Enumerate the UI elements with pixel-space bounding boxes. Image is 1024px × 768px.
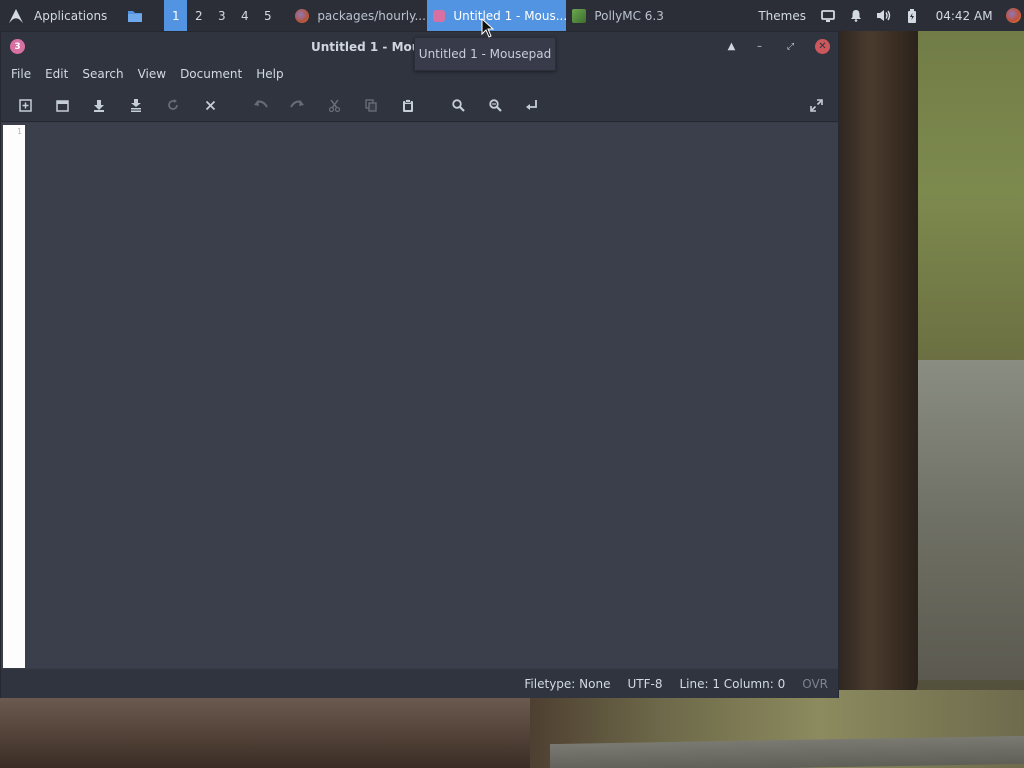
task-tooltip: Untitled 1 - Mousepad xyxy=(414,37,556,71)
menu-file[interactable]: File xyxy=(4,61,38,87)
mousepad-app-icon[interactable]: 3 xyxy=(10,39,25,54)
applications-menu[interactable]: Applications xyxy=(0,0,121,31)
minimize-button[interactable]: – xyxy=(752,39,767,54)
wallpaper-stump xyxy=(0,698,530,768)
go-to-line-icon[interactable] xyxy=(520,93,544,117)
themes-button[interactable]: Themes xyxy=(750,0,814,31)
workspace-4[interactable]: 4 xyxy=(233,0,256,31)
firefox-icon xyxy=(295,8,310,23)
toolbar xyxy=(1,87,838,122)
task-firefox[interactable]: packages/hourly.... xyxy=(289,0,427,31)
battery-icon[interactable] xyxy=(898,0,926,31)
window-title: Untitled 1 - Mous xyxy=(311,39,428,54)
save-as-icon[interactable] xyxy=(124,93,148,117)
filetype-status[interactable]: Filetype: None xyxy=(524,677,610,691)
editor-area: 1 xyxy=(1,123,838,668)
workspace-switcher: 1 2 3 4 5 xyxy=(164,0,279,31)
redo-icon[interactable] xyxy=(285,93,309,117)
menu-search[interactable]: Search xyxy=(75,61,130,87)
find-replace-icon[interactable] xyxy=(483,93,507,117)
undo-icon[interactable] xyxy=(248,93,272,117)
workspace-1[interactable]: 1 xyxy=(164,0,188,31)
mousepad-window: 3 Untitled 1 - Mous ▲ – ⤢ ✕ File Edit Se… xyxy=(0,31,839,698)
close-document-icon[interactable] xyxy=(198,93,222,117)
shade-button[interactable]: ▲ xyxy=(724,39,739,54)
task-pollymc[interactable]: PollyMC 6.3 xyxy=(566,0,706,31)
task-label: Untitled 1 - Mous... xyxy=(453,8,567,23)
line-number-gutter: 1 xyxy=(3,125,25,668)
mousepad-icon xyxy=(433,9,446,22)
overwrite-mode-status[interactable]: OVR xyxy=(802,677,828,691)
task-list: packages/hourly.... Untitled 1 - Mous...… xyxy=(289,0,706,31)
notification-bell-icon[interactable] xyxy=(842,0,870,31)
reload-icon[interactable] xyxy=(161,93,185,117)
fullscreen-icon[interactable] xyxy=(804,93,828,117)
find-icon[interactable] xyxy=(446,93,470,117)
menu-edit[interactable]: Edit xyxy=(38,61,75,87)
menu-document[interactable]: Document xyxy=(173,61,249,87)
task-mousepad[interactable]: Untitled 1 - Mous... xyxy=(427,0,567,31)
applications-label: Applications xyxy=(34,8,108,23)
task-label: PollyMC 6.3 xyxy=(594,8,664,23)
line-number: 1 xyxy=(17,127,22,136)
open-file-icon[interactable] xyxy=(87,93,111,117)
menu-view[interactable]: View xyxy=(131,61,173,87)
workspace-2[interactable]: 2 xyxy=(187,0,210,31)
encoding-status[interactable]: UTF-8 xyxy=(627,677,662,691)
file-manager-launcher[interactable] xyxy=(121,0,157,31)
mouse-pointer-icon xyxy=(481,18,495,38)
task-label: packages/hourly.... xyxy=(317,8,428,23)
clock[interactable]: 04:42 AM xyxy=(926,0,1003,31)
copy-icon[interactable] xyxy=(359,93,383,117)
firefox-tray-icon[interactable] xyxy=(1003,0,1024,31)
cut-icon[interactable] xyxy=(322,93,346,117)
workspace-5[interactable]: 5 xyxy=(256,0,279,31)
workspace-3[interactable]: 3 xyxy=(210,0,233,31)
status-bar: Filetype: None UTF-8 Line: 1 Column: 0 O… xyxy=(1,669,838,698)
folder-icon xyxy=(128,10,143,22)
volume-icon[interactable] xyxy=(870,0,898,31)
new-window-icon[interactable] xyxy=(50,93,74,117)
paste-icon[interactable] xyxy=(396,93,420,117)
top-panel: Applications 1 2 3 4 5 packages/hourly..… xyxy=(0,0,1024,31)
cursor-position-status: Line: 1 Column: 0 xyxy=(679,676,786,691)
display-icon[interactable] xyxy=(814,0,842,31)
text-editor[interactable] xyxy=(26,125,836,668)
menu-help[interactable]: Help xyxy=(249,61,290,87)
new-document-icon[interactable] xyxy=(13,93,37,117)
arch-logo-icon xyxy=(9,8,23,23)
pollymc-icon xyxy=(572,8,587,23)
maximize-button[interactable]: ⤢ xyxy=(783,39,798,54)
wallpaper-tree-trunk xyxy=(838,30,918,710)
close-button[interactable]: ✕ xyxy=(815,39,830,54)
